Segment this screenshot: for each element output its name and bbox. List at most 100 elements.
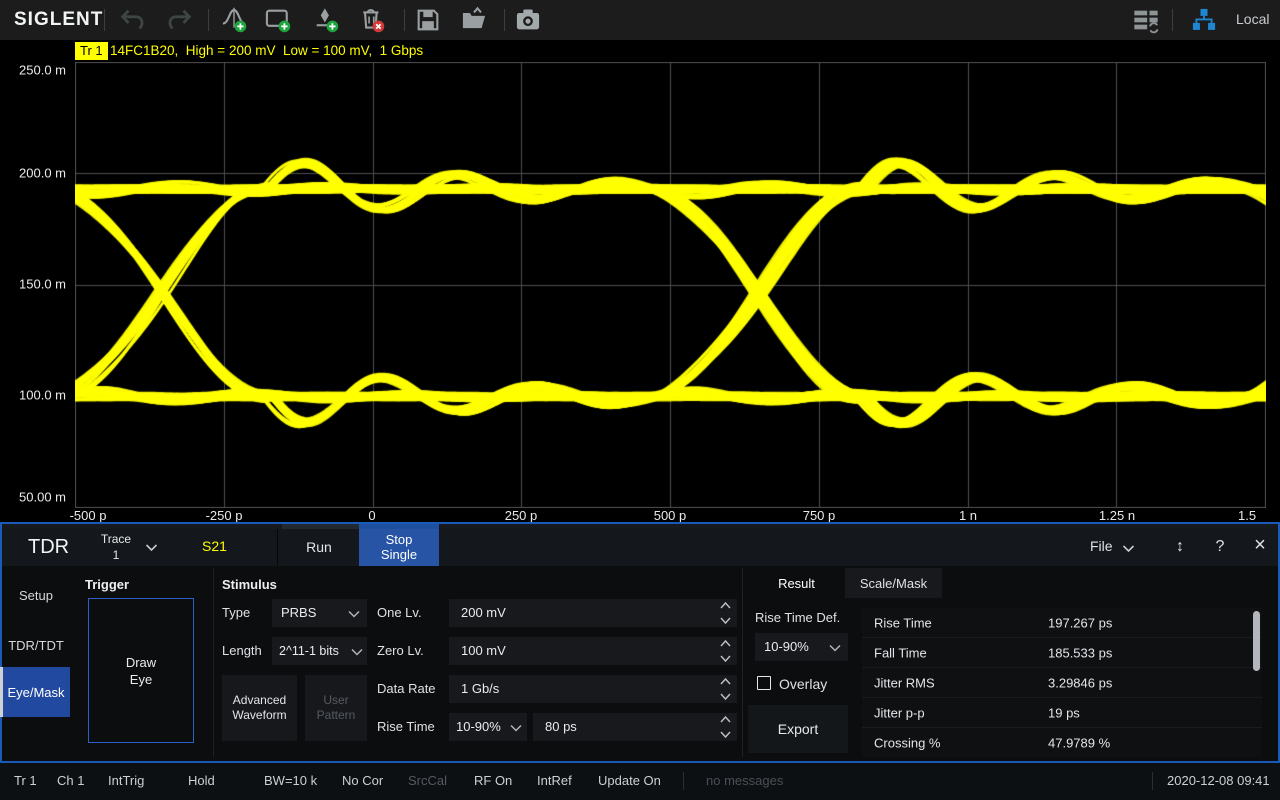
status-separator <box>683 772 684 790</box>
status-bandwidth: BW=10 k <box>264 773 317 788</box>
status-rf: RF On <box>474 773 512 788</box>
spin-down-icon[interactable] <box>720 731 731 738</box>
row-label: Rise Time <box>874 615 932 630</box>
y-tick: 50.00 m <box>4 490 66 505</box>
draw-eye-line1: Draw <box>126 655 156 670</box>
zero-lv-label: Zero Lv. <box>377 637 424 665</box>
data-rate-spinner[interactable]: 1 Gb/s <box>449 675 737 703</box>
chevron-down-icon <box>829 644 841 652</box>
chevron-down-icon <box>145 543 158 552</box>
one-lv-value: 200 mV <box>461 599 506 627</box>
table-row: Jitter p-p 19 ps <box>862 698 1262 728</box>
redo-icon[interactable] <box>166 6 194 34</box>
tab-scale-mask[interactable]: Scale/Mask <box>845 568 942 598</box>
y-tick: 100.0 m <box>4 388 66 403</box>
user-pattern-line1: User <box>323 693 348 707</box>
x-tick: 750 p <box>803 508 836 523</box>
export-button[interactable]: Export <box>748 705 848 753</box>
help-icon[interactable]: ? <box>1206 535 1234 559</box>
spin-up-icon[interactable] <box>720 716 731 723</box>
close-icon[interactable]: × <box>1246 533 1274 557</box>
length-label: Length <box>222 637 262 665</box>
zero-lv-spinner[interactable]: 100 mV <box>449 637 737 665</box>
add-marker-icon[interactable] <box>312 6 340 34</box>
network-icon[interactable] <box>1190 6 1218 34</box>
rise-time-spinner[interactable]: 80 ps <box>533 713 737 741</box>
delete-icon[interactable] <box>358 6 386 34</box>
add-window-icon[interactable] <box>264 6 292 34</box>
spin-up-icon[interactable] <box>720 640 731 647</box>
zero-lv-value: 100 mV <box>461 637 506 665</box>
toolbar-separator <box>504 9 505 31</box>
tab-tdr-tdt[interactable]: TDR/TDT <box>2 620 70 670</box>
length-select[interactable]: 2^11-1 bits <box>272 637 367 665</box>
panel-title: TDR <box>28 536 69 559</box>
advanced-waveform-button[interactable]: Advanced Waveform <box>222 675 297 741</box>
resize-panel-icon[interactable]: ↕ <box>1166 535 1194 559</box>
recall-icon[interactable] <box>460 6 488 34</box>
tab-setup[interactable]: Setup <box>2 570 70 620</box>
eye-diagram-canvas <box>75 62 1266 508</box>
status-trigger: IntTrig <box>108 773 144 788</box>
type-label: Type <box>222 599 250 627</box>
status-ref: IntRef <box>537 773 572 788</box>
result-rise-def-value: 10-90% <box>764 633 809 661</box>
x-tick: 0 <box>368 508 375 523</box>
status-separator <box>1152 772 1153 790</box>
stop-single-button[interactable]: Stop Single <box>359 529 439 566</box>
rise-time-value: 80 ps <box>545 713 577 741</box>
chevron-down-icon <box>348 610 360 618</box>
file-menu[interactable]: File <box>1090 538 1113 554</box>
row-label: Fall Time <box>874 645 927 660</box>
status-datetime: 2020-12-08 09:41 <box>1167 773 1270 788</box>
one-lv-spinner[interactable]: 200 mV <box>449 599 737 627</box>
status-hold: Hold <box>188 773 215 788</box>
draw-eye-button[interactable]: Draw Eye <box>88 598 194 743</box>
trace-selector[interactable]: Trace 1 <box>94 531 138 563</box>
type-value: PRBS <box>281 599 316 627</box>
header-divider <box>277 529 278 566</box>
trace-badge[interactable]: Tr 1 <box>75 42 108 60</box>
tab-result[interactable]: Result <box>748 568 845 598</box>
run-button[interactable]: Run <box>279 529 359 566</box>
one-lv-label: One Lv. <box>377 599 422 627</box>
toolbar-separator <box>1172 9 1173 31</box>
memory-trace-icon[interactable] <box>1132 6 1160 34</box>
save-icon[interactable] <box>414 6 442 34</box>
undo-icon[interactable] <box>118 6 146 34</box>
result-rise-def-select[interactable]: 10-90% <box>755 633 848 661</box>
spin-down-icon[interactable] <box>720 655 731 662</box>
type-select[interactable]: PRBS <box>272 599 367 627</box>
x-tick: 1.25 n <box>1099 508 1135 523</box>
results-scrollbar-thumb[interactable] <box>1253 611 1260 671</box>
user-pattern-button[interactable]: User Pattern <box>305 675 367 741</box>
add-trace-icon[interactable] <box>220 6 248 34</box>
group-divider <box>742 568 743 757</box>
advanced-waveform-line2: Waveform <box>232 708 286 722</box>
advanced-waveform-line1: Advanced <box>233 693 286 707</box>
spin-up-icon[interactable] <box>720 602 731 609</box>
sparam-label[interactable]: S21 <box>202 538 227 554</box>
x-tick: 500 p <box>654 508 687 523</box>
y-tick: 250.0 m <box>4 63 66 78</box>
screenshot-icon[interactable] <box>514 6 542 34</box>
status-update: Update On <box>598 773 661 788</box>
rise-time-def-select[interactable]: 10-90% <box>449 713 527 741</box>
spin-up-icon[interactable] <box>720 678 731 685</box>
overlay-checkbox[interactable] <box>757 676 771 690</box>
data-rate-label: Data Rate <box>377 675 436 703</box>
selected-tab-strip <box>0 667 3 717</box>
tdr-panel-header: TDR Trace 1 S21 Run Stop Single File ↕ ?… <box>2 529 1278 566</box>
spin-down-icon[interactable] <box>720 693 731 700</box>
local-label[interactable]: Local <box>1236 11 1269 27</box>
x-tick: 1 n <box>959 508 977 523</box>
rise-time-label: Rise Time <box>377 713 435 741</box>
status-channel: Ch 1 <box>57 773 84 788</box>
rise-time-def-label: Rise Time Def. <box>755 604 840 632</box>
user-pattern-line2: Pattern <box>317 708 356 722</box>
tab-eye-mask[interactable]: Eye/Mask <box>2 667 70 717</box>
spin-down-icon[interactable] <box>720 617 731 624</box>
table-row: Fall Time 185.533 ps <box>862 638 1262 668</box>
status-srccal: SrcCal <box>408 773 447 788</box>
row-value: 185.533 ps <box>1048 645 1112 660</box>
